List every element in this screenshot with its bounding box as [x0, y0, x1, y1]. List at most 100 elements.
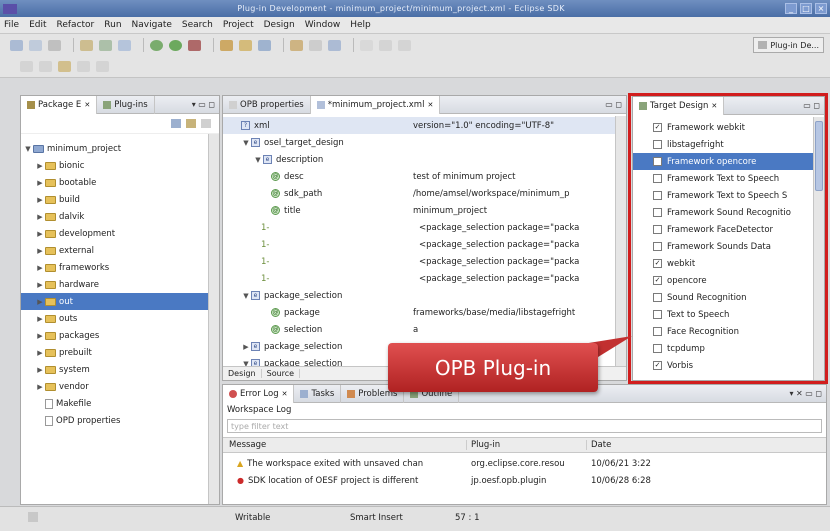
save-icon[interactable] [29, 39, 42, 51]
chevron-right-icon[interactable]: ▶ [35, 196, 45, 204]
xml-node-row[interactable]: 1- <package_selection package="packa [223, 219, 615, 236]
tree-item[interactable]: OPD properties [21, 412, 208, 429]
chevron-right-icon[interactable]: ▶ [35, 349, 45, 357]
external-tools-icon[interactable] [188, 39, 201, 51]
chevron-right-icon[interactable]: ▶ [35, 332, 45, 340]
xml-node-row[interactable]: @ sdk_path/home/amsel/workspace/minimum_p [223, 185, 615, 202]
tree-item[interactable]: ▶ system [21, 361, 208, 378]
column-plugin[interactable]: Plug-in [467, 440, 587, 450]
menu-window[interactable]: Window [305, 20, 341, 30]
tree-item[interactable]: ▶ hardware [21, 276, 208, 293]
chevron-right-icon[interactable]: ▶ [241, 343, 251, 351]
editor-view-controls[interactable]: ▭ ◻ [605, 100, 626, 109]
menu-refactor[interactable]: Refactor [57, 20, 95, 30]
copy-icon[interactable] [379, 39, 392, 51]
menu-run[interactable]: Run [104, 20, 121, 30]
xml-node-row[interactable]: @ title minimum_project [223, 202, 615, 219]
tree-item[interactable]: ▶ vendor [21, 378, 208, 395]
column-message[interactable]: Message [223, 440, 467, 450]
tab-design[interactable]: Design [223, 369, 262, 378]
maximize-button[interactable]: □ [800, 3, 812, 14]
xml-node-row[interactable]: ▼ e osel_target_design [223, 134, 615, 151]
perspective-switcher[interactable]: Plug-in De... [753, 37, 824, 53]
menu-help[interactable]: Help [350, 20, 371, 30]
error-log-view-controls[interactable]: ▾ ✕ ▭ ◻ [789, 389, 826, 398]
prev-annotation-icon[interactable] [39, 61, 52, 72]
tree-item[interactable]: ▶ dalvik [21, 208, 208, 225]
menu-edit[interactable]: Edit [29, 20, 46, 30]
chevron-down-icon[interactable]: ▼ [241, 139, 251, 147]
chevron-right-icon[interactable]: ▶ [35, 315, 45, 323]
run-icon[interactable] [169, 39, 182, 51]
close-icon[interactable]: ✕ [84, 101, 90, 109]
tab-opb-properties[interactable]: OPB properties [223, 95, 311, 114]
link-editor-icon[interactable] [186, 119, 196, 128]
search-icon[interactable] [309, 39, 322, 51]
xml-node-row[interactable]: 1- <package_selection package="packa [223, 236, 615, 253]
log-row[interactable]: ● SDK location of OESF project is differe… [223, 472, 826, 489]
tab-tasks[interactable]: Tasks [294, 384, 342, 403]
paste-icon[interactable] [398, 39, 411, 51]
chevron-right-icon[interactable]: ▶ [35, 213, 45, 221]
tree-item[interactable]: ▶ bionic [21, 157, 208, 174]
log-row[interactable]: ▲ The workspace exited with unsaved chan o… [223, 455, 826, 472]
back-icon[interactable] [77, 61, 90, 72]
menu-design[interactable]: Design [264, 20, 295, 30]
tree-item[interactable]: ▶ frameworks [21, 259, 208, 276]
tree-item[interactable]: ▶ build [21, 191, 208, 208]
tab-plugins[interactable]: Plug-ins [97, 95, 155, 114]
tree-item[interactable]: ▶ outs [21, 310, 208, 327]
tree-item[interactable]: ▶ prebuilt [21, 344, 208, 361]
chevron-down-icon[interactable]: ▼ [23, 145, 33, 153]
tree-item[interactable]: ▶ external [21, 242, 208, 259]
xml-node-row[interactable]: ▼ e description [223, 151, 615, 168]
tab-source[interactable]: Source [262, 369, 301, 378]
chevron-down-icon[interactable]: ▼ [253, 156, 263, 164]
menu-navigate[interactable]: Navigate [132, 20, 172, 30]
close-icon[interactable]: ✕ [427, 101, 433, 109]
forward-icon[interactable] [96, 61, 109, 72]
tree-item[interactable]: ▶ out [21, 293, 208, 310]
package-icon[interactable] [99, 39, 112, 51]
tree-root[interactable]: ▼ minimum_project [23, 140, 121, 157]
chevron-right-icon[interactable]: ▶ [35, 162, 45, 170]
xml-node-row[interactable]: @ selection a [223, 321, 615, 338]
chevron-right-icon[interactable]: ▶ [35, 264, 45, 272]
next-annotation-icon[interactable] [20, 61, 33, 72]
column-date[interactable]: Date [587, 440, 611, 450]
menu-file[interactable]: File [4, 20, 19, 30]
tree-item[interactable]: ▶ packages [21, 327, 208, 344]
xml-node-row[interactable]: @ desc test of minimum project [223, 168, 615, 185]
tree-item[interactable]: ▶ bootable [21, 174, 208, 191]
chevron-right-icon[interactable]: ▶ [35, 230, 45, 238]
open-folder-icon[interactable] [290, 39, 303, 51]
xml-node-row[interactable]: 1- <package_selection package="packa [223, 270, 615, 287]
tree-item[interactable]: Makefile [21, 395, 208, 412]
xml-node-row[interactable]: 1- <package_selection package="packa [223, 253, 615, 270]
build-icon[interactable] [80, 39, 93, 51]
menu-search[interactable]: Search [182, 20, 213, 30]
xml-node-row[interactable]: ▼ e package_selection [223, 287, 615, 304]
filter-input[interactable]: type filter text [227, 419, 822, 433]
xml-node-row[interactable]: @ package frameworks/base/media/libstagefr… [223, 304, 615, 321]
new-class-icon[interactable] [220, 39, 233, 51]
last-edit-icon[interactable] [58, 61, 71, 72]
chevron-right-icon[interactable]: ▶ [35, 383, 45, 391]
debug-icon[interactable] [150, 39, 163, 51]
tab-minimum-project-xml[interactable]: *minimum_project.xml ✕ [310, 95, 441, 114]
chevron-right-icon[interactable]: ▶ [35, 281, 45, 289]
collapse-all-icon[interactable] [171, 119, 181, 128]
chevron-right-icon[interactable]: ▶ [35, 179, 45, 187]
chevron-right-icon[interactable]: ▶ [35, 366, 45, 374]
cut-icon[interactable] [360, 39, 373, 51]
new-package-icon[interactable] [239, 39, 252, 51]
chevron-down-icon[interactable]: ▼ [241, 292, 251, 300]
print-icon[interactable] [48, 39, 61, 51]
chevron-right-icon[interactable]: ▶ [35, 298, 45, 306]
editor-scrollbar[interactable] [615, 116, 626, 366]
xml-node-row[interactable]: ? xml version="1.0" encoding="UTF-8" [223, 117, 615, 134]
minimize-button[interactable]: _ [785, 3, 797, 14]
close-icon[interactable]: ✕ [282, 390, 288, 398]
tab-error-log[interactable]: Error Log ✕ [223, 384, 295, 403]
wizard-icon[interactable] [118, 39, 131, 51]
